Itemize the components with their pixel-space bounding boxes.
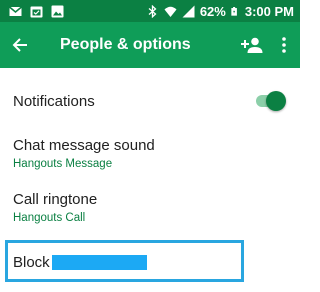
add-person-button[interactable] bbox=[236, 22, 268, 68]
toggle-thumb bbox=[266, 91, 286, 111]
chat-message-sound-value: Hangouts Message bbox=[13, 158, 113, 170]
battery-percent: 62% bbox=[199, 3, 226, 19]
back-button[interactable] bbox=[0, 22, 40, 68]
wifi-icon bbox=[164, 6, 177, 17]
block-label: Block bbox=[13, 254, 50, 271]
battery-icon bbox=[231, 6, 237, 16]
app-bar: People & options bbox=[0, 22, 300, 68]
bluetooth-icon bbox=[148, 4, 157, 18]
notifications-setting[interactable]: Notifications bbox=[0, 68, 300, 134]
page-title: People & options bbox=[60, 36, 191, 53]
notifications-toggle[interactable] bbox=[254, 91, 286, 111]
block-setting[interactable]: Block bbox=[13, 254, 147, 271]
status-bar: 62% 3:00 PM bbox=[0, 0, 300, 22]
settings-list: Notifications Chat message sound Hangout… bbox=[0, 68, 300, 240]
call-ringtone-label: Call ringtone bbox=[13, 191, 98, 208]
call-ringtone-setting[interactable]: Call ringtone Hangouts Call bbox=[0, 184, 300, 240]
more-options-button[interactable] bbox=[268, 22, 300, 68]
system-status: 62% 3:00 PM bbox=[146, 4, 294, 19]
add-person-icon bbox=[241, 37, 263, 53]
chat-message-sound-label: Chat message sound bbox=[13, 137, 155, 154]
more-vert-icon bbox=[282, 37, 286, 53]
calendar-icon bbox=[30, 6, 43, 17]
gmail-icon bbox=[9, 5, 22, 16]
redacted-name bbox=[51, 255, 147, 270]
notifications-label: Notifications bbox=[13, 92, 95, 110]
arrow-back-icon bbox=[12, 38, 27, 52]
chat-message-sound-setting[interactable]: Chat message sound Hangouts Message bbox=[0, 134, 300, 184]
notification-icons bbox=[9, 5, 64, 18]
clock: 3:00 PM bbox=[244, 3, 294, 19]
call-ringtone-value: Hangouts Call bbox=[13, 212, 86, 224]
photo-icon bbox=[51, 5, 64, 17]
signal-icon bbox=[182, 5, 195, 17]
